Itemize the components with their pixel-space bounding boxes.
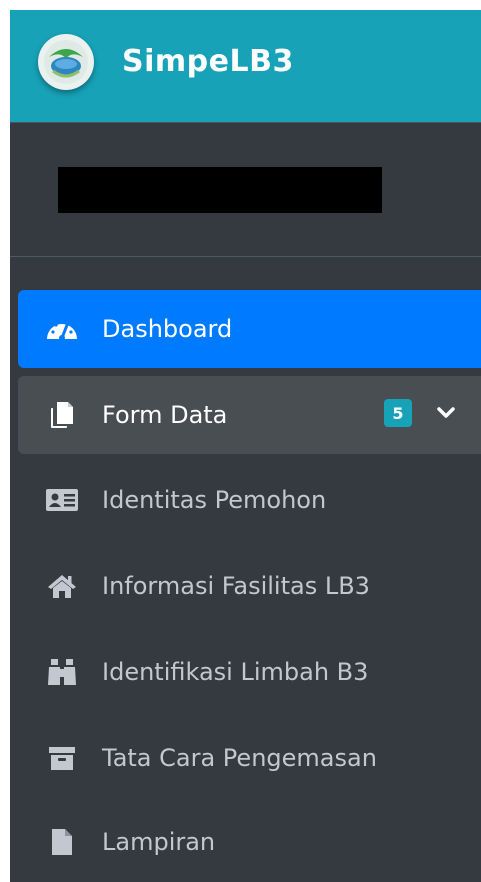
brand-logo-icon xyxy=(38,34,94,90)
binoculars-icon xyxy=(44,657,80,687)
user-panel xyxy=(10,123,481,257)
sidebar-item-identitas-pemohon[interactable]: Identitas Pemohon xyxy=(18,460,481,540)
sidebar-item-label: Tata Cara Pengemasan xyxy=(102,744,377,772)
sidebar-item-label: Informasi Fasilitas LB3 xyxy=(102,572,370,600)
sidebar-item-label: Lampiran xyxy=(102,828,216,856)
nav-label-form-data: Form Data xyxy=(102,401,228,429)
nav-item-form-data[interactable]: Form Data 5 xyxy=(18,376,481,454)
home-icon xyxy=(44,571,80,601)
sidebar: SimpeLB3 Dashboard Form Data 5 Identitas… xyxy=(10,10,481,882)
nav-label-dashboard: Dashboard xyxy=(102,315,233,343)
sidebar-item-tata-cara-pengemasan[interactable]: Tata Cara Pengemasan xyxy=(18,718,481,798)
nav-item-dashboard[interactable]: Dashboard xyxy=(18,290,481,368)
brand-link[interactable]: SimpeLB3 xyxy=(10,10,481,123)
count-badge: 5 xyxy=(384,399,412,427)
sidebar-item-label: Identitas Pemohon xyxy=(102,486,327,514)
sidebar-item-identifikasi-limbah[interactable]: Identifikasi Limbah B3 xyxy=(18,632,481,712)
user-name-redacted[interactable] xyxy=(58,167,382,213)
sidebar-item-informasi-fasilitas[interactable]: Informasi Fasilitas LB3 xyxy=(18,546,481,626)
copy-icon xyxy=(44,400,80,430)
archive-icon xyxy=(44,743,80,773)
brand-name: SimpeLB3 xyxy=(122,44,294,79)
sidebar-item-label: Identifikasi Limbah B3 xyxy=(102,658,369,686)
id-card-icon xyxy=(44,485,80,515)
tachometer-icon xyxy=(44,314,80,344)
sidebar-item-lampiran[interactable]: Lampiran xyxy=(18,802,481,882)
chevron-down-icon[interactable] xyxy=(434,401,458,425)
file-icon xyxy=(44,827,80,857)
